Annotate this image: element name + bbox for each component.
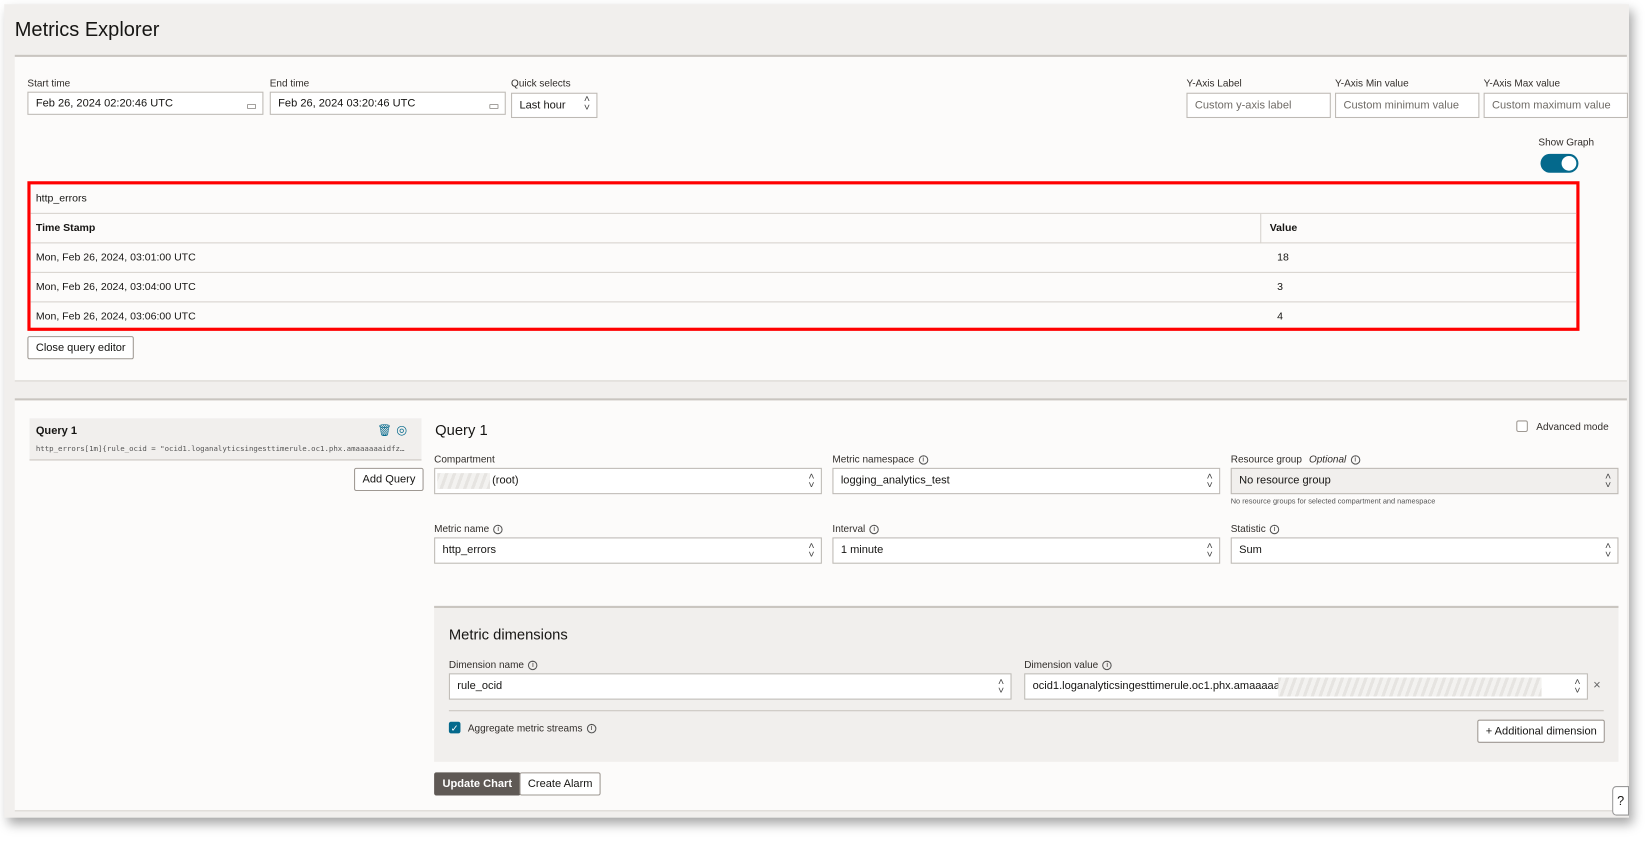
query-expression: http_errors[1m]{rule_ocid = "ocid1.logan… (35, 444, 405, 454)
table-row: Mon, Feb 26, 2024, 03:01:00 UTC 18 (30, 243, 1577, 273)
redacted-region (1278, 677, 1542, 697)
query-editor-title: Query 1 (435, 421, 488, 439)
metric-dimensions-section: Metric dimensions Dimension name i rule_o… (434, 605, 1619, 762)
plus-icon: + (1485, 724, 1493, 738)
value-cell: 3 (1277, 281, 1283, 293)
compartment-select[interactable]: (root) ˄ ˅ (434, 467, 822, 495)
quick-selects-label: Quick selects (511, 77, 571, 90)
interval-select[interactable]: 1 minute ˄ ˅ (832, 537, 1221, 564)
remove-dimension-button[interactable]: × (1593, 678, 1600, 693)
y-axis-max-input[interactable]: Custom maximum value (1483, 92, 1628, 119)
info-icon[interactable]: i (869, 524, 879, 535)
table-header-row: Time Stamp Value (30, 213, 1577, 244)
info-icon[interactable]: i (1350, 455, 1360, 465)
add-query-button[interactable]: Add Query (354, 467, 424, 492)
info-icon[interactable]: i (586, 723, 597, 734)
divider (448, 710, 1604, 712)
quick-selects-select[interactable]: Last hour ˄ ˅ (511, 92, 598, 119)
dimension-value-label: Dimension value i (1024, 660, 1112, 671)
info-icon[interactable]: i (1269, 524, 1280, 535)
y-axis-label-input[interactable]: Custom y-axis label (1186, 92, 1331, 119)
chevron-updown-icon: ˄ ˅ (1604, 471, 1612, 492)
close-query-editor-button[interactable]: Close query editor (27, 336, 135, 360)
chevron-updown-icon: ˄ ˅ (998, 676, 1005, 697)
dimension-name-label: Dimension name i (449, 660, 538, 671)
advanced-mode-checkbox[interactable] (1516, 420, 1528, 433)
redacted-region (437, 473, 490, 489)
value-cell: 4 (1277, 310, 1283, 323)
trash-icon[interactable]: 🗑 (377, 424, 392, 438)
info-icon[interactable]: i (1102, 660, 1112, 671)
timestamp-cell: Mon, Feb 26, 2024, 03:06:00 UTC (35, 310, 196, 323)
compartment-label: Compartment (434, 454, 495, 466)
calendar-icon[interactable]: ▭ (488, 96, 499, 114)
metric-namespace-label: Metric namespace i (832, 454, 928, 466)
end-time-label: End time (269, 77, 310, 90)
chevron-updown-icon: ˄ ˅ (808, 540, 815, 561)
y-axis-max-label: Y-Axis Max value (1483, 77, 1561, 90)
aggregate-streams-label: Aggregate metric streams i (468, 723, 597, 734)
table-title: http_errors (35, 192, 87, 205)
statistic-select[interactable]: Sum ˄ ˅ (1230, 537, 1619, 564)
advanced-mode-label: Advanced mode (1536, 421, 1609, 434)
column-header-value: Value (1260, 213, 1297, 244)
query-name: Query 1 (35, 424, 78, 438)
create-alarm-button[interactable]: Create Alarm (519, 772, 601, 796)
metric-name-select[interactable]: http_errors ˄ ˅ (434, 537, 822, 564)
statistic-label: Statistic i (1231, 524, 1280, 535)
column-header-timestamp: Time Stamp (35, 222, 96, 234)
timestamp-cell: Mon, Feb 26, 2024, 03:04:00 UTC (35, 281, 196, 293)
aggregate-streams-checkbox[interactable]: ✓ (448, 721, 461, 734)
update-chart-button[interactable]: Update Chart (434, 772, 521, 796)
end-time-input[interactable]: Feb 26, 2024 03:20:46 UTC ▭ (269, 91, 506, 115)
chevron-updown-icon: ˄ ˅ (1574, 676, 1581, 697)
y-axis-min-input[interactable]: Custom minimum value (1335, 92, 1480, 119)
chevron-updown-icon: ˄ ˅ (1206, 471, 1213, 492)
info-icon[interactable]: i (918, 455, 928, 465)
metric-name-label: Metric name i (434, 524, 503, 535)
resource-group-help: No resource groups for selected compartm… (1230, 498, 1436, 506)
metric-namespace-select[interactable]: logging_analytics_test ˄ ˅ (832, 467, 1221, 495)
dimension-value-select[interactable]: ocid1.loganalyticsingesttimerule.oc1.phx… (1024, 673, 1588, 700)
y-axis-label-label: Y-Axis Label (1186, 77, 1242, 90)
chevron-updown-icon: ˄ ˅ (808, 471, 815, 492)
chevron-updown-icon: ˄ ˅ (583, 93, 591, 114)
table-title-row: http_errors (30, 184, 1577, 214)
metric-data-table: http_errors Time Stamp Value Mon, Feb 26,… (27, 181, 1580, 332)
resource-group-select[interactable]: No resource group ˄ ˅ (1230, 467, 1619, 495)
timestamp-cell: Mon, Feb 26, 2024, 03:01:00 UTC (35, 251, 196, 264)
start-time-input[interactable]: Feb 26, 2024 02:20:46 UTC ▭ (27, 91, 264, 115)
show-graph-label: Show Graph (1538, 136, 1595, 149)
table-row: Mon, Feb 26, 2024, 03:04:00 UTC 3 (30, 273, 1577, 303)
value-cell: 18 (1277, 251, 1289, 264)
query-list-item[interactable]: Query 1 🗑 ◎ http_errors[1m]{rule_ocid = … (29, 418, 422, 461)
start-time-label: Start time (27, 77, 71, 90)
eye-icon[interactable]: ◎ (396, 423, 407, 438)
dimension-name-select[interactable]: rule_ocid ˄ ˅ (448, 673, 1012, 700)
additional-dimension-button[interactable]: + Additional dimension (1477, 719, 1606, 743)
chevron-updown-icon: ˄ ˅ (1206, 540, 1213, 561)
chevron-updown-icon: ˄ ˅ (1604, 540, 1612, 561)
metric-dimensions-title: Metric dimensions (448, 625, 568, 643)
info-icon[interactable]: i (528, 660, 538, 671)
calendar-icon[interactable]: ▭ (246, 96, 257, 114)
show-graph-toggle[interactable] (1540, 153, 1579, 173)
interval-label: Interval i (832, 524, 879, 535)
page-title: Metrics Explorer (14, 18, 160, 42)
resource-group-label: Resource group Optional i (1231, 454, 1360, 466)
y-axis-min-label: Y-Axis Min value (1335, 77, 1409, 90)
table-row: Mon, Feb 26, 2024, 03:06:00 UTC 4 (31, 302, 1577, 332)
help-icon[interactable]: ? (1612, 786, 1630, 816)
info-icon[interactable]: i (493, 524, 503, 535)
